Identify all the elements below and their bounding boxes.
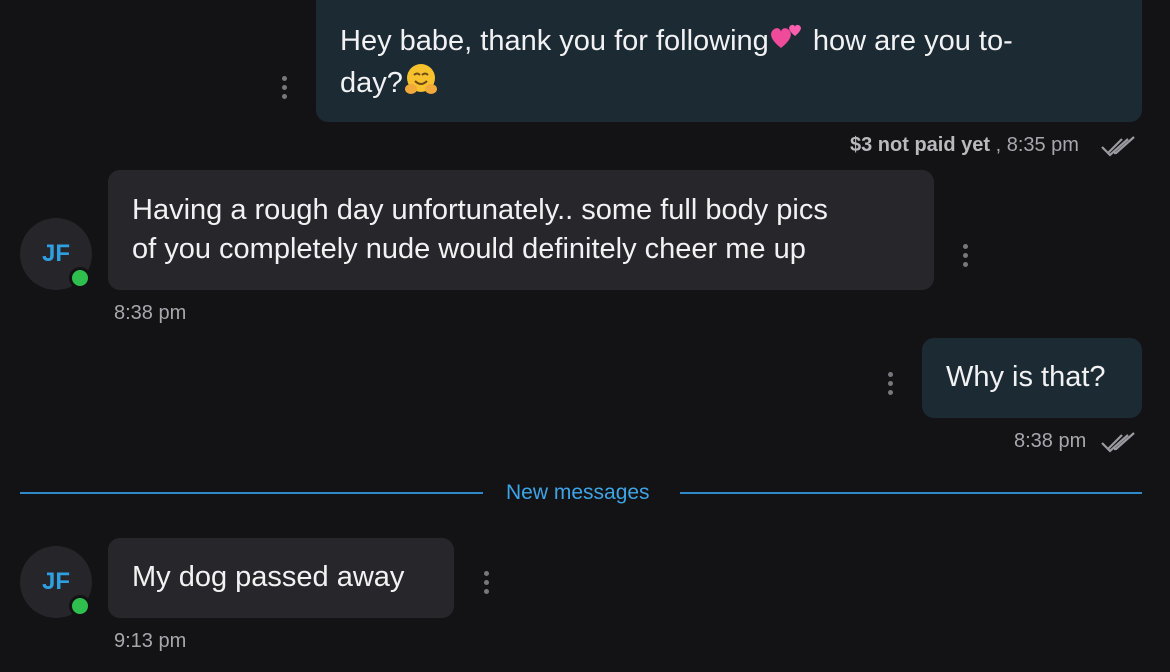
message-options-icon[interactable] (880, 368, 900, 398)
divider-line-left (20, 492, 483, 494)
hugging-face-icon (403, 61, 439, 108)
message-options-icon[interactable] (955, 240, 975, 270)
outgoing-message-bubble[interactable]: Why is that? (922, 338, 1142, 418)
message-time: 9:13 pm (114, 630, 187, 652)
message-text-line-2: of you completely nude would definitely … (132, 233, 806, 265)
message-text-line-2: day? (340, 61, 439, 108)
divider-line-right (680, 492, 1142, 494)
message-options-icon[interactable] (476, 567, 496, 597)
message-meta: $3 not paid yet , 8:35 pm (850, 134, 1079, 156)
message-time: 8:35 pm (1006, 134, 1079, 156)
online-status-dot (69, 595, 91, 617)
incoming-message-bubble[interactable]: Having a rough day unfortunately.. some … (108, 170, 934, 290)
message-time: 8:38 pm (1014, 430, 1087, 452)
message-text: My dog passed away (132, 561, 405, 593)
two-hearts-icon (769, 22, 805, 63)
price-status: $3 not paid yet (850, 134, 991, 156)
incoming-message-bubble[interactable]: My dog passed away (108, 538, 454, 618)
message-text: Having a rough day unfortunately.. some … (132, 194, 828, 226)
online-status-dot (69, 267, 91, 289)
message-options-icon[interactable] (274, 72, 294, 102)
new-messages-label: New messages (506, 481, 650, 504)
message-text: Why is that? (946, 361, 1106, 393)
double-check-icon (1100, 431, 1138, 458)
double-check-icon (1100, 135, 1138, 162)
message-time: 8:38 pm (114, 302, 187, 324)
outgoing-message-bubble[interactable]: Hey babe, thank you for following how ar… (316, 0, 1142, 122)
message-text: Hey babe, thank you for following how ar… (340, 22, 1013, 63)
